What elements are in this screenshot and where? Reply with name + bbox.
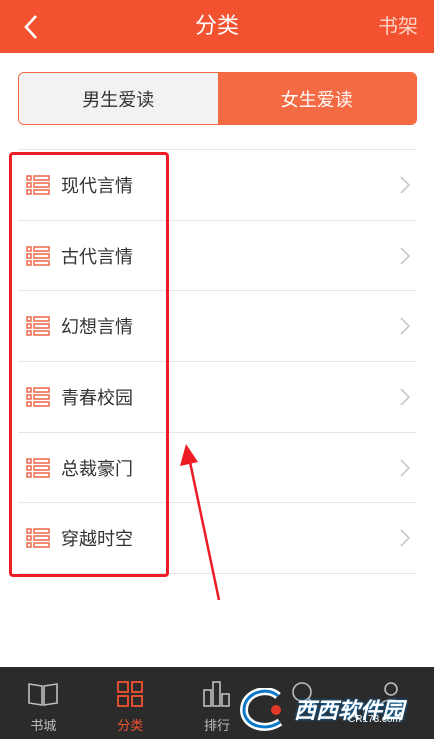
bars-icon xyxy=(200,677,234,711)
top-bar: 分类 书架 xyxy=(0,0,434,53)
tab-profile[interactable] xyxy=(347,667,434,739)
tab-female[interactable]: 女生爱读 xyxy=(217,73,416,124)
category-label: 总裁豪门 xyxy=(61,458,133,480)
search-icon xyxy=(287,677,321,711)
list-icon xyxy=(26,528,50,549)
page-title: 分类 xyxy=(194,14,239,39)
user-icon xyxy=(374,677,408,711)
category-item-time-travel[interactable]: 穿越时空 xyxy=(18,503,416,575)
chevron-right-icon xyxy=(400,176,411,194)
category-item-ceo[interactable]: 总裁豪门 xyxy=(18,433,416,504)
category-label: 现代言情 xyxy=(61,175,133,197)
category-item-ancient-romance[interactable]: 古代言情 xyxy=(18,221,416,292)
category-label: 古代言情 xyxy=(61,246,133,268)
tab-label: 书城 xyxy=(30,719,57,734)
tab-bookstore[interactable]: 书城 xyxy=(0,667,87,739)
category-label: 穿越时空 xyxy=(61,529,133,551)
chevron-right-icon xyxy=(400,246,411,265)
chevron-right-icon xyxy=(400,529,411,547)
bookshelf-link[interactable]: 书架 xyxy=(378,0,418,53)
grid-icon xyxy=(113,677,147,711)
tab-male[interactable]: 男生爱读 xyxy=(19,73,218,124)
category-item-modern-romance[interactable]: 现代言情 xyxy=(18,150,416,221)
book-icon xyxy=(26,677,60,711)
list-icon xyxy=(26,316,50,337)
category-label: 幻想言情 xyxy=(61,317,133,339)
tab-category[interactable]: 分类 xyxy=(87,667,174,739)
chevron-right-icon xyxy=(400,459,411,477)
chevron-right-icon xyxy=(400,317,411,335)
list-icon xyxy=(26,245,50,266)
bottom-tab-bar: 书城 分类 排行 xyxy=(0,667,434,739)
tab-label: 排行 xyxy=(203,719,230,734)
list-icon xyxy=(26,387,50,407)
list-icon xyxy=(26,175,50,195)
tab-ranking[interactable]: 排行 xyxy=(174,667,261,739)
chevron-right-icon xyxy=(400,388,411,406)
category-list: 现代言情 古代言情 幻想言情 青春校园 总裁豪门 穿越时空 xyxy=(18,149,416,575)
tab-label: 分类 xyxy=(117,719,144,734)
gender-segment: 男生爱读 女生爱读 xyxy=(18,72,417,125)
category-item-campus[interactable]: 青春校园 xyxy=(18,362,416,433)
list-icon xyxy=(26,457,50,478)
category-item-fantasy-romance[interactable]: 幻想言情 xyxy=(18,291,416,363)
tab-search[interactable] xyxy=(260,667,347,739)
category-label: 青春校园 xyxy=(61,387,133,409)
